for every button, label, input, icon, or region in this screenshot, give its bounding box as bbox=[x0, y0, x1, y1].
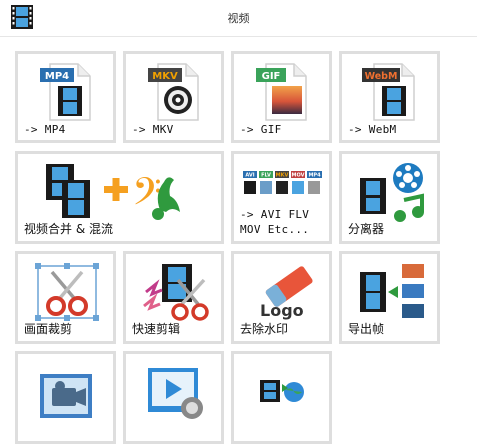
svg-text:MP4: MP4 bbox=[308, 173, 321, 179]
video-player-button[interactable] bbox=[123, 351, 224, 444]
convert-mp4-button[interactable]: MP4 -> MP4 bbox=[15, 51, 116, 143]
svg-text:WebM: WebM bbox=[365, 71, 398, 82]
camcorder-icon bbox=[40, 374, 92, 418]
merge-and-mux-button[interactable]: 𝄢 视频合并 & 混流 bbox=[15, 151, 224, 244]
tile-label: 分离器 bbox=[348, 222, 385, 236]
video-player-icon bbox=[148, 368, 203, 419]
svg-text:MKV: MKV bbox=[276, 173, 289, 179]
convert-webm-button[interactable]: WebM -> WebM bbox=[339, 51, 440, 143]
merge-mux-icon: 𝄢 bbox=[46, 164, 180, 223]
svg-text:MOV: MOV bbox=[292, 173, 305, 179]
mkv-file-icon: MKV bbox=[148, 63, 199, 121]
format-badges-icon: AVI FLV MKV MOV MP4 bbox=[243, 171, 322, 194]
tile-label: -> MP4 bbox=[24, 123, 66, 136]
screen-record-button[interactable] bbox=[15, 351, 116, 444]
svg-text:MP4: MP4 bbox=[45, 71, 69, 82]
svg-text:AVI: AVI bbox=[245, 173, 254, 179]
crop-icon bbox=[35, 263, 99, 321]
svg-text:MKV: MKV bbox=[152, 71, 178, 82]
gif-file-icon: GIF bbox=[256, 63, 307, 121]
quick-cut-button[interactable]: 快速剪辑 bbox=[123, 251, 224, 344]
tile-label: -> WebM bbox=[348, 123, 397, 136]
tile-label: 视频合并 & 混流 bbox=[24, 222, 113, 236]
convert-other-formats-button[interactable]: AVI FLV MKV MOV MP4 -> AVI FLV MOV Etc..… bbox=[231, 151, 332, 244]
convert-mkv-button[interactable]: MKV -> MKV bbox=[123, 51, 224, 143]
quick-cut-icon bbox=[143, 264, 209, 321]
tile-label: -> MKV bbox=[132, 123, 174, 136]
tile-label: 快速剪辑 bbox=[132, 322, 181, 336]
remove-watermark-button[interactable]: Logo 去除水印 bbox=[231, 251, 332, 344]
watermark-text: Logo bbox=[260, 301, 304, 320]
tile-label: -> AVI FLV MOV Etc... bbox=[240, 208, 310, 236]
page-title: 视频 bbox=[227, 12, 250, 25]
eraser-icon: Logo bbox=[260, 266, 313, 320]
video-globe-icon bbox=[260, 380, 304, 402]
tile-label: 去除水印 bbox=[240, 322, 289, 336]
export-frames-button[interactable]: 导出帧 bbox=[339, 251, 440, 344]
tile-label: 画面裁剪 bbox=[24, 322, 73, 336]
splitter-button[interactable]: 分离器 bbox=[339, 151, 440, 244]
splitter-icon bbox=[360, 163, 424, 222]
tile-label: -> GIF bbox=[240, 123, 282, 136]
convert-gif-button[interactable]: GIF -> GIF bbox=[231, 51, 332, 143]
svg-text:GIF: GIF bbox=[262, 71, 281, 82]
export-frames-icon bbox=[360, 264, 424, 318]
online-video-button[interactable] bbox=[231, 351, 332, 444]
crop-button[interactable]: 画面裁剪 bbox=[15, 251, 116, 344]
tile-label: 导出帧 bbox=[348, 322, 385, 336]
svg-text:FLV: FLV bbox=[261, 173, 271, 179]
mp4-file-icon: MP4 bbox=[40, 63, 91, 121]
title-bar: 视频 bbox=[0, 0, 477, 37]
webm-file-icon: WebM bbox=[362, 63, 415, 121]
